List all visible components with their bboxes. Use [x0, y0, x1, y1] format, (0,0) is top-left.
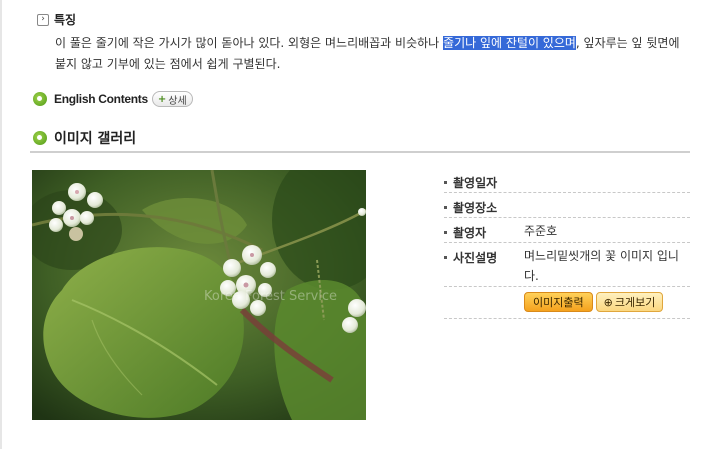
- bullet-icon: [444, 206, 447, 209]
- info-row-date: 촬영일자: [444, 168, 690, 193]
- feature-text-before: 이 풀은 줄기에 작은 가시가 많이 돋아나 있다. 외형은 며느리배꼽과 비슷…: [55, 36, 444, 50]
- enlarge-button[interactable]: ⊕ 크게보기: [595, 292, 664, 312]
- gallery-divider: [30, 151, 690, 153]
- bullet-icon: [444, 181, 447, 184]
- magnifier-icon: ⊕: [603, 295, 613, 309]
- feature-description: 이 풀은 줄기에 작은 가시가 많이 돋아나 있다. 외형은 며느리배꼽과 비슷…: [55, 33, 685, 75]
- bullet-icon: [444, 256, 447, 259]
- info-row-place: 촬영장소: [444, 193, 690, 218]
- info-key-place: 촬영장소: [453, 201, 498, 215]
- detail-button[interactable]: + 상세: [151, 91, 193, 107]
- gallery-title: 이미지 갤러리: [54, 131, 137, 147]
- chevron-right-icon: ›: [37, 13, 49, 26]
- info-key-date: 촬영일자: [453, 176, 498, 190]
- gallery-header: 이미지 갤러리: [33, 128, 136, 148]
- plant-photo[interactable]: Korea Forest Service: [32, 170, 366, 420]
- info-key-description: 사진설명: [453, 251, 498, 265]
- feature-header: › 특징: [37, 11, 76, 28]
- bullet-icon: [444, 231, 447, 234]
- flower-image: Korea Forest Service: [32, 170, 366, 420]
- info-value-photographer: 주준호: [524, 224, 558, 238]
- print-image-button[interactable]: 이미지출력: [524, 292, 593, 312]
- info-value-description: 며느리밑씻개의 꽃 이미지 입니다.: [524, 249, 679, 283]
- detail-button-label: 상세: [168, 95, 187, 107]
- green-bullet-icon: [33, 131, 47, 145]
- green-bullet-icon: [33, 92, 47, 106]
- action-buttons: 이미지출력 ⊕ 크게보기: [444, 287, 690, 319]
- photo-info-table: 촬영일자 촬영장소 촬영자 주준호 사진설명 며느리밑씻개의 꽃 이미지 입니다…: [444, 168, 690, 319]
- info-row-photographer: 촬영자 주준호: [444, 218, 690, 243]
- enlarge-button-label: 크게보기: [614, 296, 656, 309]
- feature-title: 특징: [54, 13, 77, 27]
- english-contents-label: English Contents: [54, 92, 148, 106]
- info-row-description: 사진설명 며느리밑씻개의 꽃 이미지 입니다.: [444, 243, 690, 287]
- info-key-photographer: 촬영자: [453, 226, 487, 240]
- photo-watermark: Korea Forest Service: [204, 289, 337, 304]
- feature-text-highlighted: 줄기나 잎에 잔털이 있으며: [443, 36, 576, 50]
- english-contents-row: English Contents + 상세: [33, 91, 193, 107]
- left-border: [0, 0, 2, 449]
- plus-icon: +: [157, 93, 167, 105]
